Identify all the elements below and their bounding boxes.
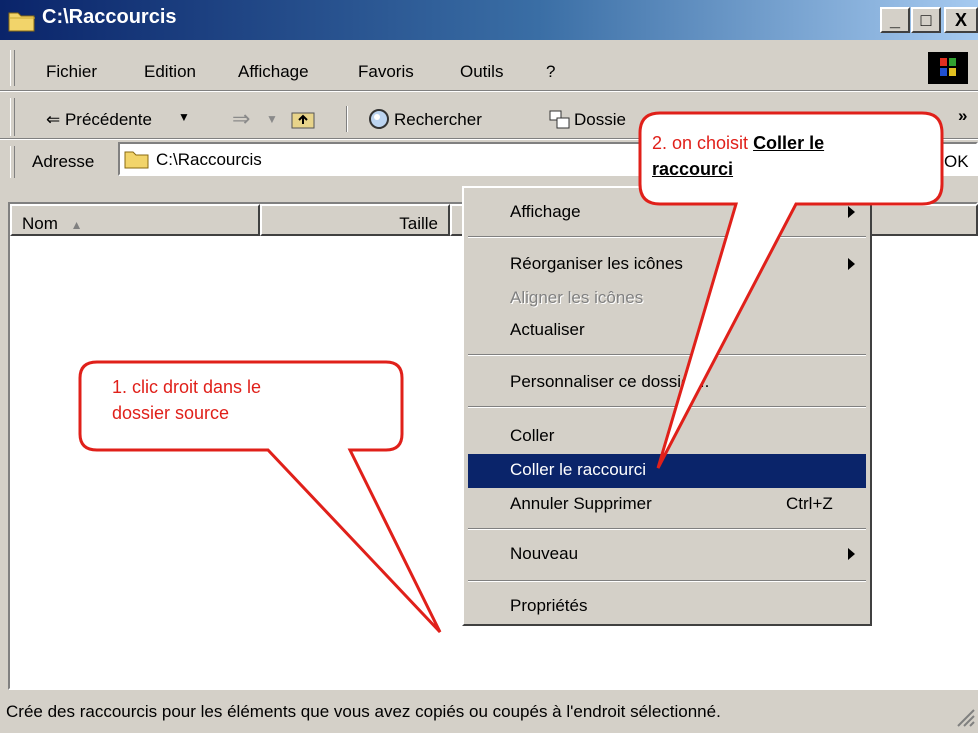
- callout-step2: 2. on choisit Coller le raccourci: [652, 130, 824, 182]
- callout-bold: Coller le: [753, 133, 825, 153]
- callout-line: 2. on choisit Coller le: [652, 130, 824, 156]
- callout-step2-shape: [638, 111, 944, 469]
- callout-line: raccourci: [652, 159, 734, 179]
- status-bar: Crée des raccourcis pour les éléments qu…: [0, 692, 978, 731]
- resize-grip-icon[interactable]: [954, 706, 976, 733]
- status-text: Crée des raccourcis pour les éléments qu…: [6, 702, 721, 721]
- callout-prefix: 2. on choisit: [652, 133, 754, 153]
